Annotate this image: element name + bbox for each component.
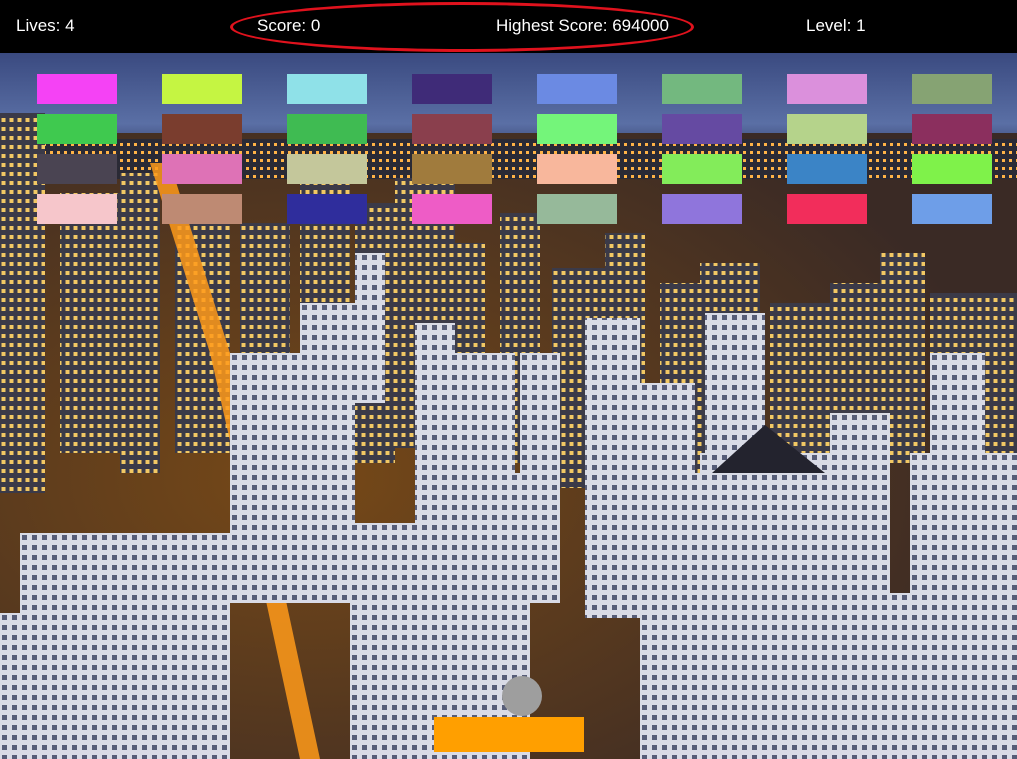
brick [287, 74, 367, 104]
brick-wall [0, 0, 1017, 759]
brick [412, 74, 492, 104]
hud-bar: Lives: 4 Score: 0 Highest Score: 694000 … [0, 0, 1017, 53]
brick [287, 114, 367, 144]
brick [162, 114, 242, 144]
brick [412, 154, 492, 184]
brick [787, 194, 867, 224]
game-screen: Lives: 4 Score: 0 Highest Score: 694000 … [0, 0, 1017, 759]
brick [162, 74, 242, 104]
brick [162, 154, 242, 184]
brick [662, 194, 742, 224]
score-counter: Score: 0 [257, 16, 321, 35]
brick [912, 194, 992, 224]
brick [662, 154, 742, 184]
brick [412, 194, 492, 224]
brick [37, 194, 117, 224]
brick [287, 154, 367, 184]
brick [412, 114, 492, 144]
level-indicator: Level: 1 [806, 16, 866, 35]
brick [537, 114, 617, 144]
brick [162, 194, 242, 224]
brick [37, 114, 117, 144]
ball [502, 676, 542, 716]
brick [662, 114, 742, 144]
paddle[interactable] [434, 717, 584, 752]
brick [912, 154, 992, 184]
brick [37, 154, 117, 184]
brick [912, 114, 992, 144]
brick [787, 154, 867, 184]
brick [287, 194, 367, 224]
brick [912, 74, 992, 104]
brick [787, 74, 867, 104]
brick [537, 154, 617, 184]
brick [37, 74, 117, 104]
brick [537, 194, 617, 224]
brick [662, 74, 742, 104]
highest-score-counter: Highest Score: 694000 [496, 16, 669, 35]
brick [787, 114, 867, 144]
brick [537, 74, 617, 104]
lives-counter: Lives: 4 [16, 16, 75, 35]
